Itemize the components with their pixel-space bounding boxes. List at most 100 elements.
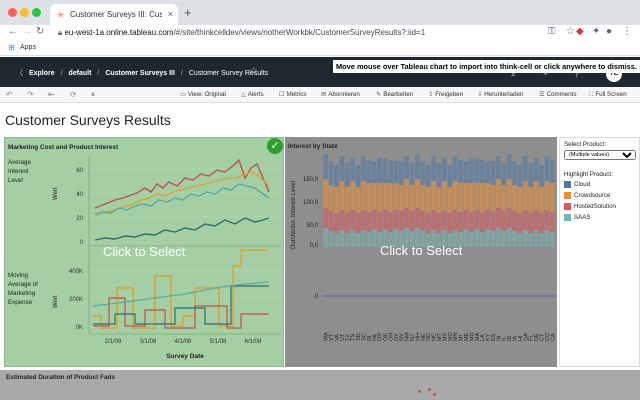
state-bar-segment [361, 181, 366, 210]
apps-bookmark[interactable]: Apps [20, 44, 36, 51]
state-bar-segment [425, 213, 431, 233]
state-bar-segment [398, 185, 404, 211]
redo-icon[interactable]: ↷ [27, 90, 34, 99]
state-bar-segment [393, 209, 399, 229]
refresh-icon[interactable]: ⟳ [70, 90, 77, 99]
x-tick: 3/1/08 [140, 339, 157, 345]
legend-item-hostedsolution[interactable]: HostedSolution [564, 203, 616, 212]
state-bar-segment [490, 161, 496, 185]
crumb-explore[interactable]: Explore [29, 70, 55, 77]
x-tick: 6/1/08 [245, 339, 262, 345]
new-tab-button[interactable]: + [184, 5, 192, 20]
thinkcell-banner[interactable]: Move mouse over Tableau chart to import … [333, 60, 640, 73]
state-bar-segment [469, 158, 474, 183]
state-bar-segment [496, 208, 501, 228]
close-window-button[interactable] [8, 8, 17, 17]
state-bar-segment [496, 156, 501, 179]
state-bar-segment [528, 187, 534, 213]
state-bar-segment [371, 229, 377, 247]
state-bar-segment [366, 160, 372, 183]
state-bar-segment [452, 210, 458, 230]
state-bar-segment [382, 209, 388, 229]
legend-item-saas[interactable]: SAAS [564, 214, 591, 223]
minimize-window-button[interactable] [20, 8, 29, 17]
profile-icon[interactable]: ● [606, 26, 612, 37]
state-bar-segment [469, 232, 474, 247]
url-input[interactable]: 🔒︎ eu-west-1a.online.tableau.com/#/site/… [58, 26, 558, 39]
y-tick: 0,0 [310, 243, 319, 249]
highlight-product-label: Highlight Product: [564, 171, 613, 178]
revert-icon[interactable]: ⇤ [48, 90, 55, 99]
forward-arrow-icon[interactable]: → [22, 26, 32, 37]
maximize-window-button[interactable] [32, 8, 41, 17]
metrics-button[interactable]: ☐ Metrics [279, 91, 307, 98]
state-bar-segment [431, 210, 436, 230]
legend-item-crowdsource[interactable]: Crowdsource [564, 192, 610, 201]
tableau-favicon-icon: ✳ [57, 10, 65, 20]
state-bar-segment [506, 228, 512, 247]
state-bar-segment [501, 231, 507, 247]
state-bar-segment [393, 161, 399, 183]
state-bar-segment [350, 210, 355, 230]
back-arrow-icon[interactable]: ← [8, 26, 18, 37]
crumb-workbook[interactable]: Customer Surveys III [105, 70, 175, 77]
crumb-default[interactable]: default [69, 70, 92, 77]
scatter-point [418, 390, 421, 393]
state-bar-segment [517, 165, 523, 187]
state-bar-segment [371, 161, 377, 183]
product-fads-panel[interactable]: Estimated Duration of Product Fads [0, 370, 640, 400]
key-icon[interactable]: ⚿ [548, 26, 556, 37]
fullscreen-button[interactable]: ⛶ Full Screen [589, 91, 627, 99]
edit-button[interactable]: ✎ Bearbeiten [376, 91, 413, 98]
metrics-icon: ☐ [279, 91, 285, 98]
state-bar-segment [496, 228, 501, 247]
state-bar-segment [501, 185, 507, 211]
alert-icon: △ [241, 91, 246, 98]
pause-icon[interactable]: ⏸ [91, 90, 95, 100]
state-bar-segment [371, 209, 377, 229]
state-bar-segment [355, 187, 361, 213]
bookmark-star-icon[interactable]: ☆ [566, 26, 575, 37]
click-to-select-overlay[interactable]: Click to Select [103, 244, 185, 259]
apps-grid-icon[interactable]: ⊞ [8, 43, 15, 52]
favorite-star-icon[interactable]: ☆ [249, 66, 258, 77]
tab-close-icon[interactable]: × [168, 9, 173, 19]
download-button[interactable]: ⇩ Herunterladen [477, 91, 523, 98]
click-to-select-overlay[interactable]: Click to Select [380, 243, 462, 258]
crumb-separator: / [60, 70, 63, 77]
reload-icon[interactable]: ↻ [36, 26, 44, 37]
subscribe-button[interactable]: ✉ Abonnieren [321, 91, 360, 98]
y-zero-tick: 0 [315, 294, 319, 300]
view-toolbar: ↶ ↷ ⇤ ⟳ ⏸ ▭ View: Original △ Alerts ☐ Metri… [0, 87, 640, 103]
marketing-cost-panel[interactable]: Marketing Cost and Product Interest ✓ Av… [4, 137, 284, 367]
state-bar-segment [523, 230, 528, 247]
undo-icon[interactable]: ↶ [6, 90, 13, 99]
y-axis-title: Wert [53, 187, 59, 200]
state-bar-segment [344, 213, 350, 233]
interest-by-state-panel[interactable]: Interest by State Durchschn. Interest Le… [285, 137, 557, 367]
alerts-button[interactable]: △ Alerts [241, 91, 264, 98]
legend-item-cloud[interactable]: Cloud [564, 181, 590, 190]
state-bar-segment [533, 181, 539, 210]
state-bar-segment [463, 183, 469, 209]
state-bar-segment [420, 211, 426, 231]
state-bar-segment [431, 181, 436, 210]
back-chevron-icon[interactable]: 〈 [16, 70, 23, 77]
share-button[interactable]: ⇪ Freigeben [428, 91, 463, 98]
state-bar-segment [539, 233, 544, 247]
state-bar-segment [550, 160, 555, 183]
state-bar-segment [539, 165, 544, 187]
state-bar-segment [409, 211, 415, 231]
state-bar-segment [517, 233, 523, 247]
select-product-dropdown[interactable]: (Multiple values) [564, 150, 636, 160]
puzzle-icon[interactable]: ✦ [592, 26, 600, 37]
comments-button[interactable]: ☰ Comments [539, 91, 576, 98]
view-original-button[interactable]: ▭ View: Original [180, 91, 226, 98]
tab-title: Customer Surveys III: Custome [70, 10, 162, 19]
bookmarks-bar: ⊞ Apps [0, 40, 640, 56]
state-bar-segment [425, 187, 431, 213]
browser-tab[interactable]: ✳ Customer Surveys III: Custome × [50, 4, 178, 25]
state-bar-segment [425, 165, 431, 187]
extension-icon[interactable]: ◆ [576, 26, 584, 37]
kebab-menu-icon[interactable]: ⋮ [622, 26, 632, 37]
